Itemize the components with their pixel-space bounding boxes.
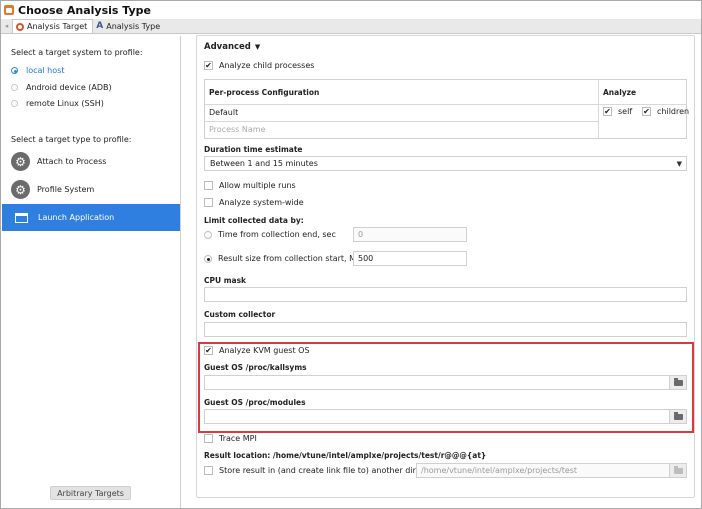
option-label: Result size from collection start, MB	[218, 254, 362, 263]
tab-scroll-left-icon[interactable]: ◂	[1, 19, 12, 33]
option-label: Trace MPI	[219, 434, 257, 443]
radio-button[interactable]	[11, 67, 18, 74]
type-label: Profile System	[37, 185, 95, 194]
process-name-input[interactable]: Process Name	[209, 125, 266, 134]
children-label: children	[657, 107, 690, 116]
store-result-option[interactable]: Store result in (and create link file to…	[204, 466, 441, 475]
radio-button[interactable]	[11, 100, 18, 107]
self-option[interactable]: ✔ self	[603, 107, 632, 116]
analysis-window: Choose Analysis Type ◂ Analysis Target A…	[0, 0, 702, 509]
type-heading: Select a target type to profile:	[11, 135, 132, 144]
type-label: Attach to Process	[37, 157, 107, 166]
table-divider	[205, 104, 686, 105]
kallsyms-input[interactable]	[204, 375, 670, 390]
check-icon[interactable]: ✔	[204, 346, 213, 355]
system-remote-linux[interactable]: remote Linux (SSH)	[11, 99, 104, 108]
kallsyms-browse-button[interactable]	[670, 375, 687, 390]
analyze-child-option[interactable]: ✔ Analyze child processes	[204, 61, 314, 70]
analyze-system-wide-option[interactable]: Analyze system-wide	[204, 198, 304, 207]
option-label: Analyze child processes	[219, 61, 315, 70]
tab-label: Analysis Target	[27, 22, 88, 31]
cpu-mask-label: CPU mask	[204, 276, 247, 285]
type-attach-to-process[interactable]: ⚙ Attach to Process	[2, 148, 180, 175]
type-launch-application[interactable]: Launch Application	[2, 204, 180, 231]
tab-analysis-target[interactable]: Analysis Target	[12, 19, 94, 33]
column-divider	[598, 80, 599, 138]
system-label: local host	[26, 66, 65, 75]
radio-button[interactable]	[11, 84, 18, 91]
column-header-config: Per-process Configuration	[209, 87, 320, 97]
per-process-table: Per-process Configuration Analyze Defaul…	[204, 79, 689, 139]
system-local-host[interactable]: local host	[11, 66, 64, 75]
radio-button[interactable]	[204, 230, 212, 239]
limit-time-input[interactable]: 0	[353, 227, 467, 242]
folder-icon	[673, 377, 683, 386]
checkbox[interactable]	[204, 434, 213, 443]
limit-size-input[interactable]: 500	[353, 251, 467, 266]
duration-value: Between 1 and 15 minutes	[210, 159, 318, 168]
check-icon[interactable]: ✔	[642, 107, 651, 116]
window-title: Choose Analysis Type	[18, 3, 151, 17]
tab-label: Analysis Type	[106, 21, 161, 31]
folder-icon	[673, 411, 683, 420]
option-label: Time from collection end, sec	[218, 230, 336, 239]
option-label: Analyze system-wide	[219, 198, 304, 207]
target-config-panel: Advanced ▼ ✔ Analyze child processes Per…	[196, 35, 695, 498]
duration-label: Duration time estimate	[204, 145, 303, 154]
limit-label: Limit collected data by:	[204, 216, 304, 225]
row-default-label: Default	[209, 108, 239, 117]
result-location: Result location: /home/vtune/intel/amplx…	[204, 451, 487, 460]
modules-browse-button[interactable]	[670, 409, 687, 424]
check-icon[interactable]: ✔	[603, 107, 612, 116]
option-label: Store result in (and create link file to…	[219, 466, 442, 475]
advanced-toggle[interactable]: Advanced ▼	[204, 42, 260, 52]
target-icon	[16, 22, 24, 31]
tab-analysis-type[interactable]: A Analysis Type	[93, 19, 165, 33]
checkbox[interactable]	[204, 466, 213, 475]
checkbox[interactable]	[204, 181, 213, 190]
analysis-type-icon: A	[96, 21, 104, 31]
store-result-browse-button[interactable]	[670, 463, 687, 478]
caret-down-icon: ▼	[254, 43, 261, 51]
folder-icon	[673, 465, 683, 474]
gear-icon: ⚙	[11, 152, 30, 171]
allow-multiple-runs-option[interactable]: Allow multiple runs	[204, 181, 296, 190]
target-sidebar: Select a target system to profile: local…	[2, 36, 181, 508]
check-icon[interactable]: ✔	[204, 61, 213, 70]
table-row-divider	[205, 121, 598, 122]
arbitrary-targets-button[interactable]: Arbitrary Targets	[50, 486, 131, 500]
modules-label: Guest OS /proc/modules	[204, 398, 306, 407]
children-option[interactable]: ✔ children	[642, 107, 689, 116]
gears-icon: ⚙	[11, 180, 30, 199]
window-icon	[15, 212, 28, 223]
store-result-path-input[interactable]: /home/vtune/intel/amplxe/projects/test	[416, 463, 670, 478]
dropdown-arrow-icon: ▼	[676, 159, 682, 168]
kallsyms-label: Guest OS /proc/kallsyms	[204, 363, 307, 372]
system-android-adb[interactable]: Android device (ADB)	[11, 83, 112, 92]
trace-mpi-option[interactable]: Trace MPI	[204, 434, 257, 443]
type-label: Launch Application	[38, 213, 115, 222]
checkbox[interactable]	[204, 198, 213, 207]
self-label: self	[618, 107, 633, 116]
analyze-kvm-option[interactable]: ✔ Analyze KVM guest OS	[204, 346, 310, 355]
system-heading: Select a target system to profile:	[11, 48, 143, 57]
limit-time-option[interactable]: Time from collection end, sec	[204, 230, 336, 239]
column-header-analyze: Analyze	[603, 87, 637, 97]
modules-input[interactable]	[204, 409, 670, 424]
tab-bar: ◂ Analysis Target A Analysis Type	[1, 19, 701, 34]
option-label: Allow multiple runs	[219, 181, 296, 190]
advanced-label: Advanced	[204, 42, 251, 52]
system-label: Android device (ADB)	[26, 83, 112, 92]
type-profile-system[interactable]: ⚙ Profile System	[2, 176, 180, 203]
system-label: remote Linux (SSH)	[26, 99, 104, 108]
cpu-mask-input[interactable]	[204, 287, 687, 302]
app-icon	[4, 5, 14, 15]
limit-size-option[interactable]: Result size from collection start, MB	[204, 254, 362, 263]
radio-button[interactable]	[204, 254, 212, 263]
custom-collector-label: Custom collector	[204, 310, 276, 319]
option-label: Analyze KVM guest OS	[219, 346, 310, 355]
title-bar: Choose Analysis Type	[1, 1, 701, 19]
duration-select[interactable]: Between 1 and 15 minutes ▼	[204, 156, 687, 171]
custom-collector-input[interactable]	[204, 322, 687, 337]
